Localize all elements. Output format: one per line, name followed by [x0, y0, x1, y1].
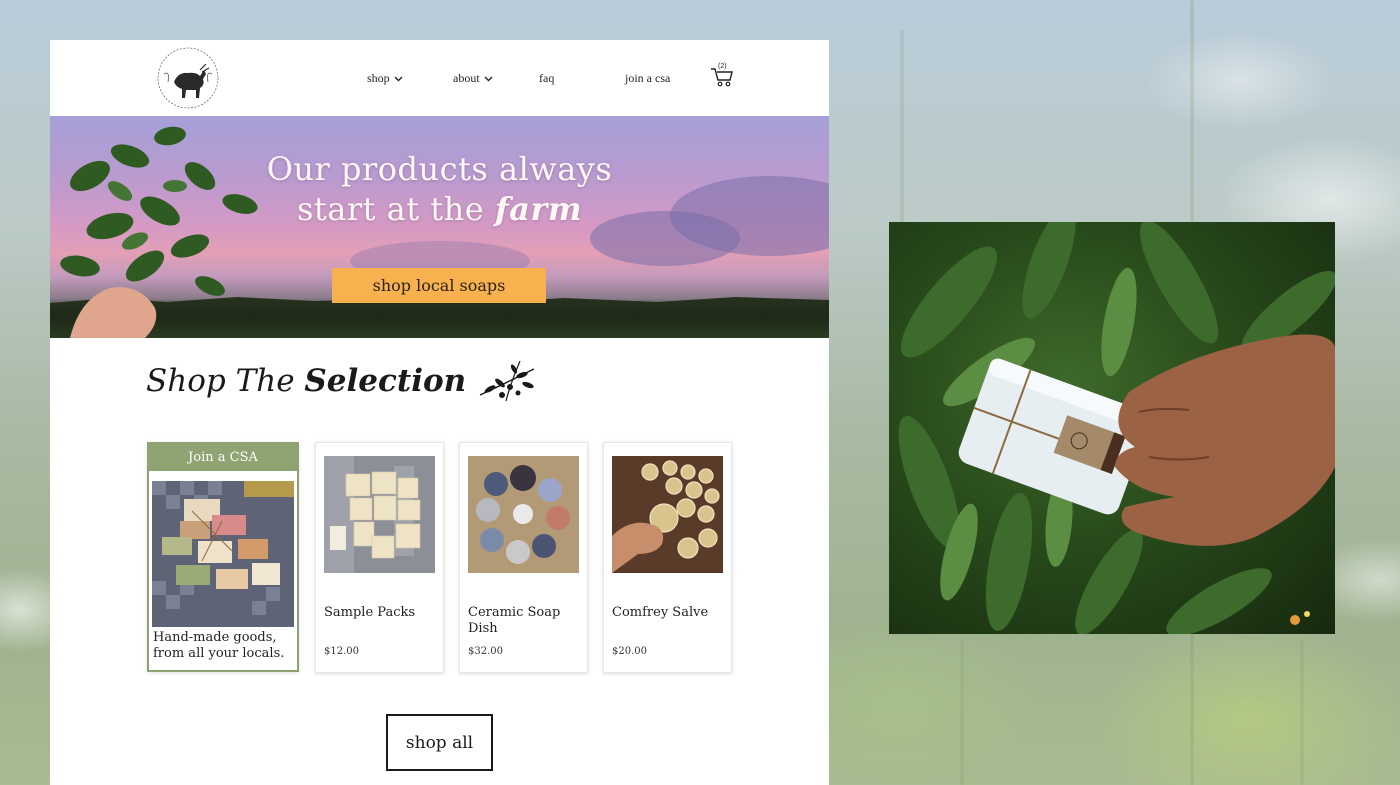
product-price: $20.00 [612, 646, 647, 657]
soap-in-sage-photo [889, 222, 1335, 634]
nav-join-csa-label: join a csa [625, 71, 671, 85]
sample-packs-image [324, 456, 435, 573]
hero-title-emphasis: farm [494, 190, 583, 228]
cart-count: (2) [718, 63, 727, 70]
product-card[interactable]: Comfrey Salve $20.00 [603, 442, 732, 673]
background-stem [1300, 640, 1304, 785]
cart-button[interactable]: (2) [710, 63, 734, 88]
product-price: $12.00 [324, 646, 359, 657]
shop-local-soaps-button[interactable]: shop local soaps [332, 268, 546, 303]
product-name: Sample Packs [324, 605, 416, 620]
csa-card-text: Hand-made goods, from all your locals. [153, 630, 285, 661]
nav-shop[interactable]: shop [367, 71, 403, 86]
site-header: shop about faq join a csa (2) [50, 40, 829, 116]
product-name: Ceramic Soap Dish [468, 605, 561, 636]
soap-bundles-image [152, 481, 294, 627]
hero-title: Our products always start at the farm [50, 149, 829, 229]
nav-faq-label: faq [539, 71, 555, 85]
website-mockup: shop about faq join a csa (2) Our produc… [50, 40, 829, 785]
section-title-text: Shop The Selection [146, 363, 466, 399]
hero-title-line1: Our products always [266, 150, 613, 188]
ceramic-soap-dish-image [468, 456, 579, 573]
background-stem [960, 640, 964, 785]
chevron-down-icon [394, 76, 403, 81]
hero-title-line2: start at the farm [50, 189, 829, 229]
product-card[interactable]: Ceramic Soap Dish $32.00 [459, 442, 588, 673]
section-title: Shop The Selection [146, 355, 538, 407]
herb-sprig-icon [479, 360, 535, 402]
chevron-down-icon [484, 76, 493, 81]
nav-join-csa[interactable]: join a csa [625, 71, 670, 86]
nav-shop-label: shop [367, 71, 390, 85]
product-card[interactable]: Sample Packs $12.00 [315, 442, 444, 673]
product-name: Comfrey Salve [612, 605, 709, 620]
nav-about[interactable]: about [453, 71, 493, 86]
section-title-regular: Shop The [146, 363, 305, 399]
csa-card-header: Join a CSA [149, 444, 297, 471]
background-stem [900, 30, 904, 230]
hero-banner: Our products always start at the farm sh… [50, 116, 829, 338]
nav-faq[interactable]: faq [539, 71, 554, 86]
product-price: $32.00 [468, 646, 503, 657]
shop-all-button[interactable]: shop all [386, 714, 493, 771]
section-title-bold: Selection [304, 363, 467, 399]
goat-logo-icon[interactable] [152, 44, 224, 112]
comfrey-salve-image [612, 456, 723, 573]
nav-about-label: about [453, 71, 480, 85]
join-csa-card[interactable]: Join a CSA Hand-made goods, from all you… [147, 442, 299, 672]
hero-title-prefix: start at the [296, 190, 495, 228]
